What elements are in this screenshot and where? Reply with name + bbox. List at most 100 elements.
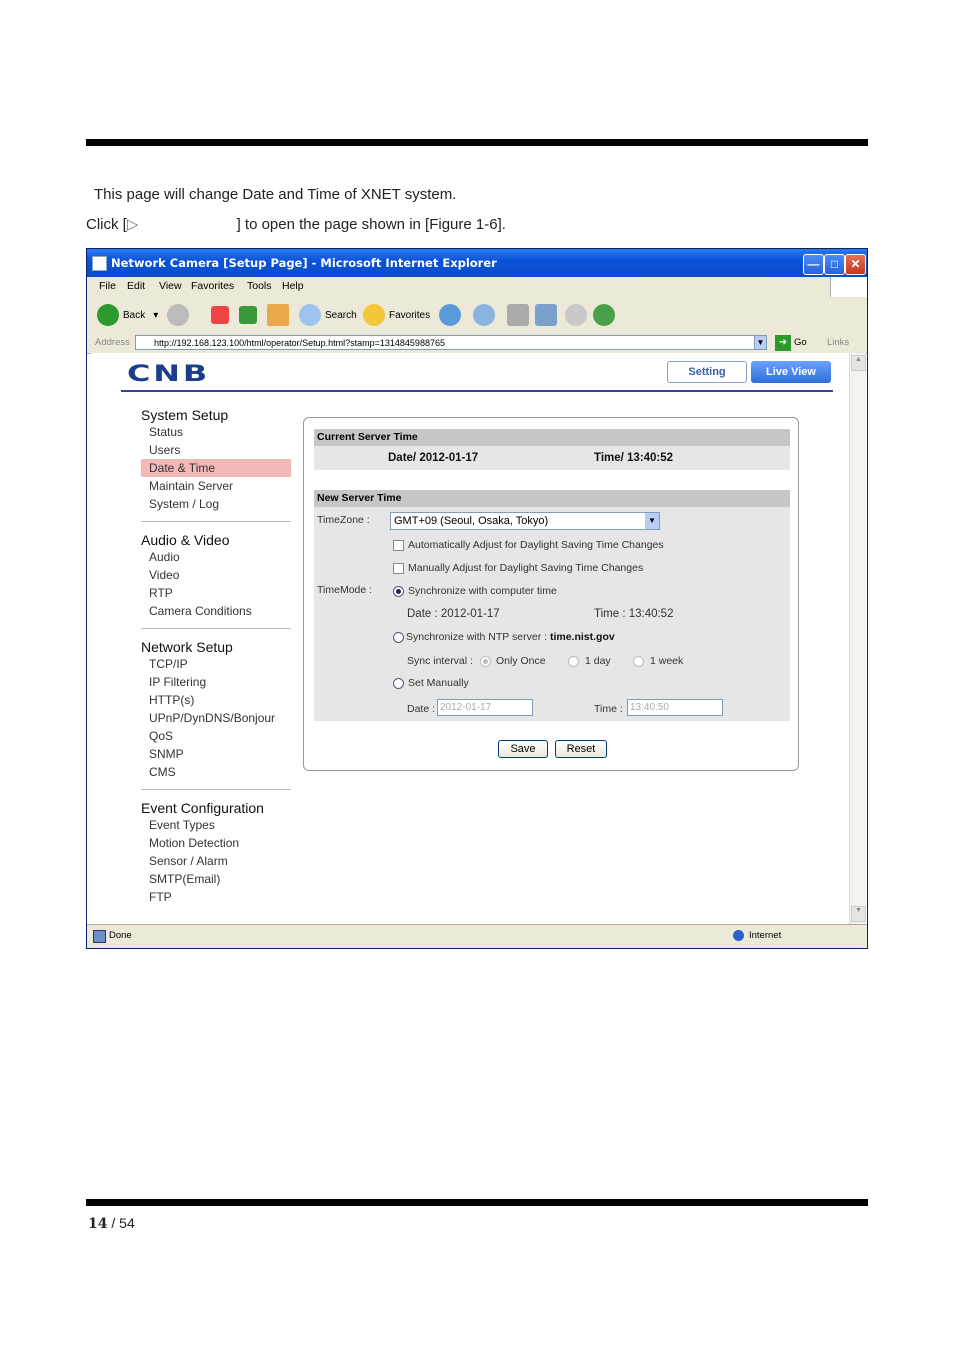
- cnb-logo: CNB: [127, 362, 211, 387]
- mail-button[interactable]: [473, 297, 499, 333]
- sidebar-item-https[interactable]: HTTP(s): [141, 691, 291, 709]
- header-divider: [121, 390, 833, 392]
- sync-computer-radio[interactable]: [393, 586, 404, 597]
- sidebar-nav: System Setup Status Users Date & Time Ma…: [141, 407, 291, 906]
- go-label[interactable]: Go: [794, 337, 807, 348]
- home-button[interactable]: [267, 297, 293, 333]
- favorites-button[interactable]: Favorites: [363, 297, 430, 333]
- menu-tools[interactable]: Tools: [247, 280, 272, 292]
- browser-window: Network Camera [Setup Page] - Microsoft …: [86, 248, 868, 949]
- sidebar-item-camera-conditions[interactable]: Camera Conditions: [141, 602, 291, 620]
- sidebar-item-audio[interactable]: Audio: [141, 548, 291, 566]
- search-label: Search: [325, 309, 357, 321]
- sidebar-item-ip-filtering[interactable]: IP Filtering: [141, 673, 291, 691]
- sidebar-item-rtp[interactable]: RTP: [141, 584, 291, 602]
- back-button[interactable]: Back ▾: [97, 297, 158, 333]
- interval-week-radio[interactable]: [633, 656, 644, 667]
- manual-dst-checkbox[interactable]: [393, 563, 404, 574]
- interval-day-radio[interactable]: [568, 656, 579, 667]
- window-title: Network Camera [Setup Page] - Microsoft …: [111, 256, 497, 270]
- scroll-down-arrow[interactable]: ▼: [851, 906, 866, 922]
- sidebar-item-qos[interactable]: QoS: [141, 727, 291, 745]
- refresh-icon: [239, 306, 257, 324]
- auto-dst-checkbox[interactable]: [393, 540, 404, 551]
- menu-favorites[interactable]: Favorites: [191, 280, 234, 292]
- status-bar: Done Internet: [87, 924, 867, 948]
- menu-file[interactable]: File: [99, 280, 116, 292]
- timezone-label: TimeZone :: [317, 514, 370, 526]
- sidebar-item-users[interactable]: Users: [141, 441, 291, 459]
- ie-page-icon: [92, 256, 107, 271]
- sidebar-item-tcpip[interactable]: TCP/IP: [141, 655, 291, 673]
- home-icon: [267, 304, 289, 326]
- chevron-down-icon: ▼: [645, 513, 659, 529]
- title-bar: Network Camera [Setup Page] - Microsoft …: [87, 249, 867, 277]
- interval-once-radio[interactable]: [480, 656, 491, 667]
- messenger-icon: [593, 304, 615, 326]
- save-button[interactable]: Save: [498, 740, 548, 758]
- page-number: 14: [88, 1216, 108, 1232]
- live-view-button[interactable]: Live View: [751, 361, 831, 383]
- reset-button[interactable]: Reset: [555, 740, 607, 758]
- sidebar-item-sensor-alarm[interactable]: Sensor / Alarm: [141, 852, 291, 870]
- history-button[interactable]: [439, 297, 465, 333]
- stop-button[interactable]: [211, 297, 233, 333]
- sidebar-item-smtp[interactable]: SMTP(Email): [141, 870, 291, 888]
- sidebar-item-snmp[interactable]: SNMP: [141, 745, 291, 763]
- sidebar-item-status[interactable]: Status: [141, 423, 291, 441]
- nav-divider: [141, 628, 291, 629]
- setting-button[interactable]: Setting: [667, 361, 747, 383]
- page-status-icon: [93, 930, 106, 943]
- print-button[interactable]: [507, 297, 533, 333]
- search-button[interactable]: Search: [299, 297, 357, 333]
- scroll-up-arrow[interactable]: ▲: [851, 355, 866, 371]
- sidebar-item-video[interactable]: Video: [141, 566, 291, 584]
- sidebar-item-system-log[interactable]: System / Log: [141, 495, 291, 513]
- chevron-down-icon[interactable]: ▼: [754, 335, 767, 350]
- discuss-button[interactable]: [565, 297, 591, 333]
- nav-section-system-setup: System Setup: [141, 407, 229, 423]
- sync-ntp-radio[interactable]: [393, 632, 404, 643]
- current-time-header: Current Server Time: [314, 429, 790, 446]
- sidebar-item-ftp[interactable]: FTP: [141, 888, 291, 906]
- menu-help[interactable]: Help: [282, 280, 304, 292]
- back-label: Back: [123, 309, 146, 321]
- vertical-scrollbar[interactable]: ▲ ▼: [849, 353, 866, 924]
- links-label[interactable]: Links: [827, 337, 849, 348]
- sidebar-item-upnp[interactable]: UPnP/DynDNS/Bonjour: [141, 709, 291, 727]
- maximize-button[interactable]: □: [824, 254, 845, 275]
- click-suffix: ] to open the page shown in [Figure 1-6]…: [236, 216, 506, 233]
- minimize-button[interactable]: —: [803, 254, 824, 275]
- refresh-button[interactable]: [239, 297, 261, 333]
- back-arrow-icon: [97, 304, 119, 326]
- sidebar-item-cms[interactable]: CMS: [141, 763, 291, 781]
- manual-time-label: Time :: [594, 703, 623, 715]
- manual-date-label: Date :: [407, 703, 436, 715]
- go-arrow-icon[interactable]: ➜: [775, 335, 791, 351]
- interval-day-label: 1 day: [585, 655, 611, 667]
- current-time: Time/ 13:40:52: [594, 452, 674, 464]
- triangle-icon: ▷: [126, 216, 139, 233]
- close-button[interactable]: ✕: [845, 254, 866, 275]
- edit-button[interactable]: [535, 297, 561, 333]
- forward-button[interactable]: [167, 297, 193, 333]
- click-prefix: Click [: [86, 216, 127, 233]
- toolbar: Back ▾ Search Favorites: [87, 297, 867, 334]
- timezone-select[interactable]: GMT+09 (Seoul, Osaka, Tokyo) ▼: [390, 512, 660, 530]
- set-manually-radio[interactable]: [393, 678, 404, 689]
- new-time-header: New Server Time: [314, 490, 790, 507]
- edit-icon: [535, 304, 557, 326]
- sidebar-item-motion-detection[interactable]: Motion Detection: [141, 834, 291, 852]
- current-time-band: [314, 446, 790, 470]
- sidebar-item-date-time[interactable]: Date & Time: [141, 459, 291, 477]
- manual-time-input[interactable]: 13:40:50: [627, 699, 723, 716]
- sync-interval-label: Sync interval :: [407, 655, 473, 667]
- messenger-button[interactable]: [593, 297, 619, 333]
- address-input[interactable]: http://192.168.123.100/html/operator/Set…: [135, 335, 767, 350]
- menu-edit[interactable]: Edit: [127, 280, 145, 292]
- menu-view[interactable]: View: [159, 280, 182, 292]
- sidebar-item-event-types[interactable]: Event Types: [141, 816, 291, 834]
- favorites-label: Favorites: [389, 309, 431, 321]
- sidebar-item-maintain-server[interactable]: Maintain Server: [141, 477, 291, 495]
- manual-date-input[interactable]: 2012-01-17: [437, 699, 533, 716]
